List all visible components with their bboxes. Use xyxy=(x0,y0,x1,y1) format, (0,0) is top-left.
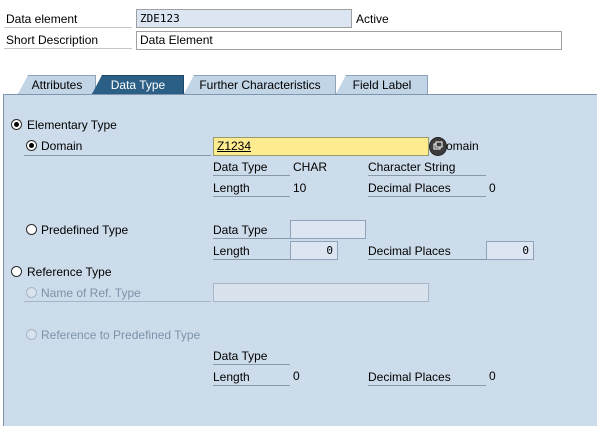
domain-button-label: omain xyxy=(446,139,479,153)
predefined-type-label: Predefined Type xyxy=(41,223,129,237)
domain-length-label: Length xyxy=(213,179,290,197)
domain-data-type-value: CHAR xyxy=(293,160,328,174)
ref-length-label: Length xyxy=(213,368,290,386)
ref-data-type-label: Data Type xyxy=(213,347,290,365)
domain-radio[interactable] xyxy=(26,140,37,151)
tab-field-label[interactable]: Field Label xyxy=(336,75,428,94)
reference-type-radio[interactable] xyxy=(11,266,22,277)
predefined-data-type-label: Data Type xyxy=(213,221,290,239)
predefined-length-label: Length xyxy=(213,242,290,260)
name-of-ref-type-label: Name of Ref. Type xyxy=(41,286,141,300)
predefined-decimal-label: Decimal Places xyxy=(368,242,486,260)
name-of-ref-type-field[interactable] xyxy=(213,283,429,302)
name-of-ref-underline xyxy=(24,301,211,302)
tab-further-characteristics[interactable]: Further Characteristics xyxy=(184,75,336,94)
domain-label: Domain xyxy=(41,139,83,153)
short-description-label: Short Description xyxy=(4,31,132,49)
elementary-type-radio[interactable] xyxy=(11,119,22,130)
domain-row-underline xyxy=(24,155,211,156)
domain-field[interactable]: Z1234 xyxy=(213,137,429,156)
name-of-ref-type-radio[interactable] xyxy=(26,287,37,298)
domain-data-type-desc: Character String xyxy=(368,158,486,176)
ref-predefined-type-label: Reference to Predefined Type xyxy=(41,328,201,342)
tab-data-type[interactable]: Data Type xyxy=(92,75,184,94)
elementary-type-label: Elementary Type xyxy=(27,118,117,132)
short-description-field[interactable]: Data Element xyxy=(136,31,562,50)
domain-length-value: 10 xyxy=(293,181,307,195)
domain-decimal-label: Decimal Places xyxy=(368,179,486,197)
predefined-decimal-field[interactable]: 0 xyxy=(486,241,534,260)
data-element-label: Data element xyxy=(4,10,132,28)
ref-length-value: 0 xyxy=(293,369,300,383)
predefined-type-radio[interactable] xyxy=(26,224,37,235)
status-text: Active xyxy=(356,12,389,26)
domain-data-type-label: Data Type xyxy=(213,158,290,176)
domain-decimal-value: 0 xyxy=(489,181,496,195)
predefined-length-field[interactable]: 0 xyxy=(290,241,338,260)
ref-decimal-label: Decimal Places xyxy=(368,368,486,386)
ref-decimal-value: 0 xyxy=(489,369,496,383)
tab-attributes[interactable]: Attributes xyxy=(18,75,96,94)
reference-type-label: Reference Type xyxy=(27,265,112,279)
domain-value-help-icon[interactable] xyxy=(429,137,447,156)
ref-predefined-type-radio[interactable] xyxy=(26,329,37,340)
data-element-field[interactable]: ZDE123 xyxy=(136,9,352,28)
predefined-data-type-field[interactable] xyxy=(290,220,366,239)
